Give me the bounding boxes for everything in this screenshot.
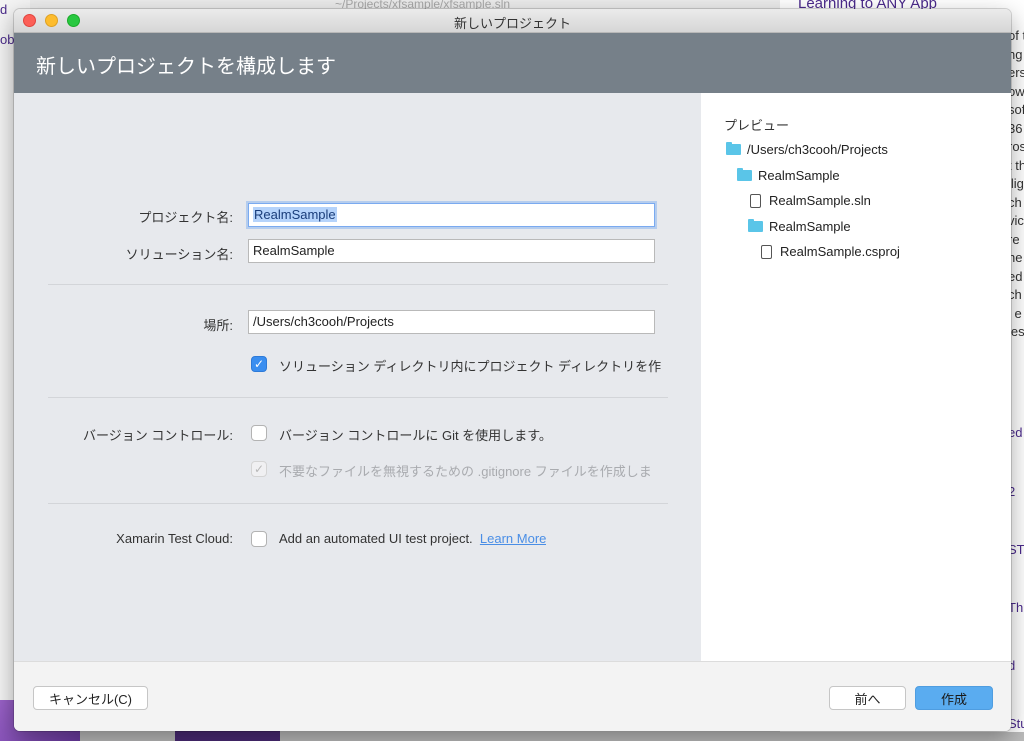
preview-folder-item: RealmSample xyxy=(737,167,840,183)
dialog-header: 新しいプロジェクトを構成します xyxy=(14,33,1011,93)
back-button[interactable]: 前へ xyxy=(829,686,906,710)
create-button[interactable]: 作成 xyxy=(915,686,993,710)
page-title: 新しいプロジェクトを構成します xyxy=(36,56,336,78)
divider xyxy=(48,503,668,504)
new-project-dialog: 新しいプロジェクト 新しいプロジェクトを構成します プロジェクト名: Realm… xyxy=(14,9,1011,731)
cancel-button[interactable]: キャンセル(C) xyxy=(33,686,148,710)
preview-folder-item: RealmSample xyxy=(748,218,851,234)
location-label: 場所: xyxy=(203,318,233,333)
divider xyxy=(48,284,668,285)
preview-item-label: RealmSample xyxy=(769,218,851,234)
create-project-directory-label: ソリューション ディレクトリ内にプロジェクト ディレクトリを作 xyxy=(279,359,662,374)
folder-icon xyxy=(726,142,741,155)
project-name-value: RealmSample xyxy=(253,207,337,222)
dialog-footer: キャンセル(C) 前へ 作成 xyxy=(14,661,1011,731)
preview-item-label: RealmSample.csproj xyxy=(780,244,900,259)
gitignore-label: 不要なファイルを無視するための .gitignore ファイルを作成しま xyxy=(279,464,652,479)
project-name-input[interactable]: RealmSample xyxy=(248,203,655,227)
file-icon xyxy=(761,244,772,259)
preview-heading: プレビュー xyxy=(724,118,790,133)
project-name-label: プロジェクト名: xyxy=(138,210,233,225)
background-text-fragment: ob xyxy=(0,32,15,47)
test-cloud-label: Xamarin Test Cloud: xyxy=(116,531,233,546)
create-project-directory-checkbox[interactable]: ✓ xyxy=(251,356,267,372)
preview-file-item: RealmSample.csproj xyxy=(759,244,900,259)
use-git-checkbox[interactable] xyxy=(251,425,267,441)
divider xyxy=(48,397,668,398)
configuration-form: プロジェクト名: RealmSample ソリューション名: RealmSamp… xyxy=(14,93,701,661)
preview-item-label: /Users/ch3cooh/Projects xyxy=(747,142,888,157)
preview-item-label: RealmSample xyxy=(758,167,840,183)
gitignore-checkbox[interactable]: ✓ xyxy=(251,461,267,477)
ui-test-project-option: Add an automated UI test project. Learn … xyxy=(279,531,546,546)
learn-more-link[interactable]: Learn More xyxy=(480,531,546,546)
ui-test-project-checkbox[interactable] xyxy=(251,531,267,547)
dialog-titlebar: 新しいプロジェクト xyxy=(14,9,1011,33)
preview-item-label: RealmSample.sln xyxy=(769,193,871,208)
version-control-label: バージョン コントロール: xyxy=(83,428,233,443)
window-title: 新しいプロジェクト xyxy=(453,16,571,31)
preview-folder-item: /Users/ch3cooh/Projects xyxy=(726,142,888,157)
solution-name-value: RealmSample xyxy=(253,243,335,258)
preview-file-item: RealmSample.sln xyxy=(748,193,871,208)
location-value: /Users/ch3cooh/Projects xyxy=(253,314,394,329)
preview-pane: プレビュー /Users/ch3cooh/Projects RealmSample… xyxy=(701,93,1011,661)
background-dock xyxy=(0,732,1024,741)
background-text-fragment: d xyxy=(0,2,8,17)
use-git-label: バージョン コントロールに Git を使用します。 xyxy=(279,428,552,443)
folder-icon xyxy=(748,218,763,232)
folder-icon xyxy=(737,167,752,181)
solution-name-label: ソリューション名: xyxy=(125,247,233,262)
ui-test-project-label: Add an automated UI test project. xyxy=(279,531,473,546)
location-input[interactable]: /Users/ch3cooh/Projects xyxy=(248,310,655,334)
solution-name-input[interactable]: RealmSample xyxy=(248,239,655,263)
file-icon xyxy=(750,193,761,208)
